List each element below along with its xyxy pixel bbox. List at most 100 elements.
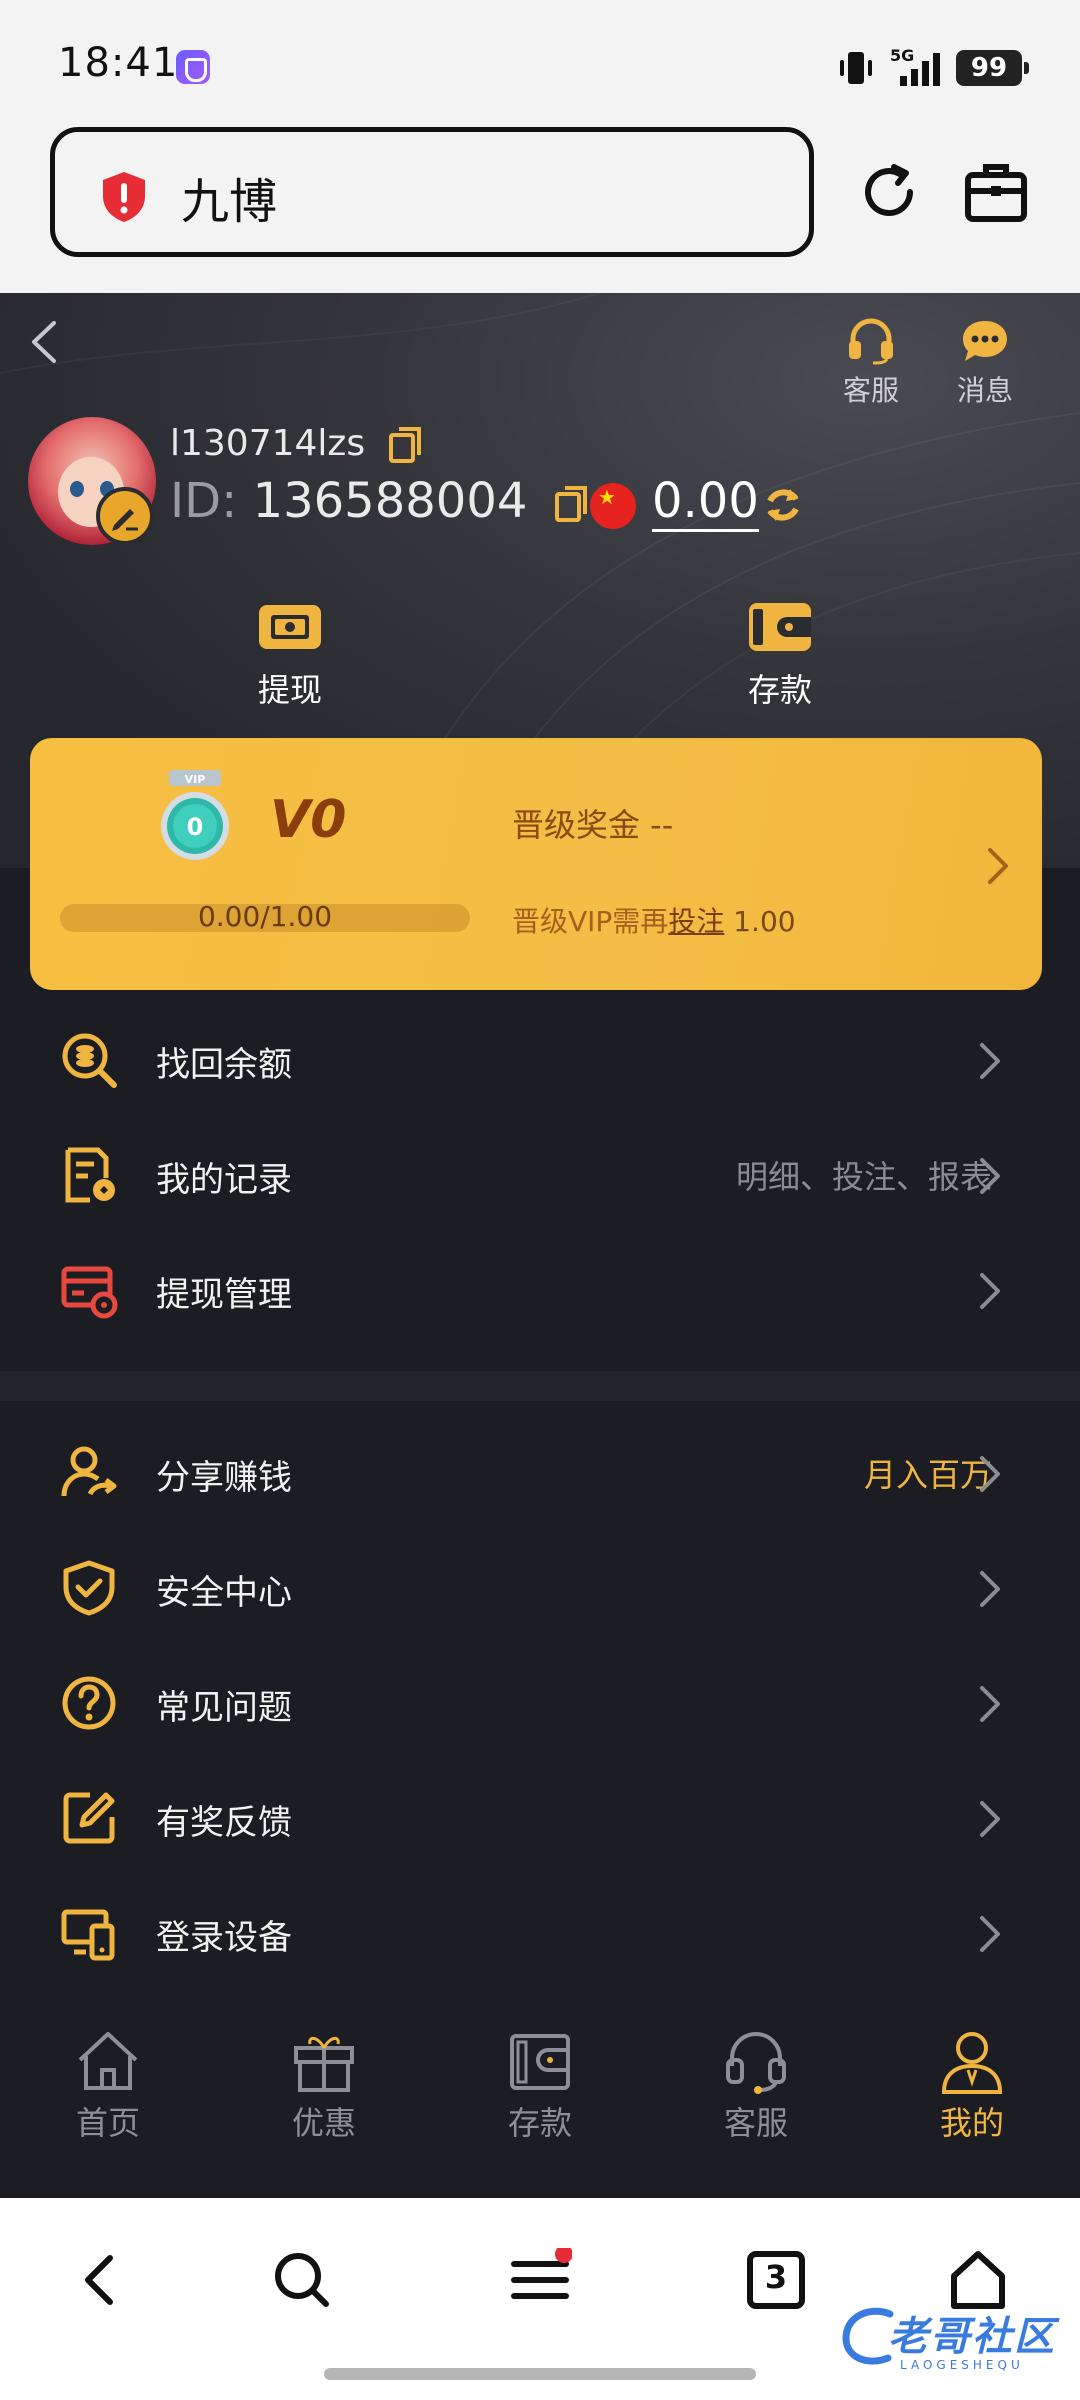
- chevron-right-icon: [980, 1801, 1000, 1837]
- refresh-balance-icon[interactable]: [762, 483, 804, 527]
- account-page: 客服 消息 l130714lzs ID: 136588004 ★ 0.00 提现…: [0, 293, 1080, 2198]
- wallet-icon: [510, 2034, 570, 2090]
- withdraw-button[interactable]: 提现: [210, 599, 370, 711]
- tab-label: 首页: [75, 2104, 140, 2142]
- headset-icon: [726, 2032, 786, 2094]
- chevron-right-icon: [980, 1916, 1000, 1952]
- upgrade-bonus: 晋级奖金 --: [512, 806, 674, 844]
- browser-bar: 九博: [0, 125, 1080, 293]
- watermark-subtext: LAOGESHEQU: [900, 2358, 1024, 2372]
- search-icon[interactable]: [270, 2248, 334, 2312]
- tab-count: 3: [764, 2258, 788, 2296]
- watermark: 老哥社区 LAOGESHEQU: [840, 2302, 1070, 2382]
- messages-button[interactable]: 消息: [940, 317, 1030, 409]
- menu-label: 分享赚钱: [156, 1458, 292, 1498]
- username: l130714lzs: [170, 423, 366, 464]
- vpn-app-icon: [176, 50, 210, 84]
- menu-item-login-devices[interactable]: 登录设备: [0, 1876, 1080, 1991]
- share-earn-icon: [61, 1446, 117, 1497]
- china-flag-icon: [590, 483, 636, 529]
- feedback-edit-icon: [63, 1792, 115, 1844]
- section-divider: [0, 1371, 1080, 1401]
- shield-check-icon: [63, 1560, 115, 1616]
- tab-label: 存款: [507, 2104, 572, 2142]
- address-text: 九博: [181, 174, 278, 230]
- customer-service-label: 客服: [842, 374, 899, 407]
- menu-item-faq[interactable]: 常见问题: [0, 1646, 1080, 1761]
- battery-icon: 99: [956, 50, 1029, 86]
- reload-icon[interactable]: [856, 159, 922, 225]
- copy-username-icon[interactable]: [387, 425, 423, 465]
- menu-icon[interactable]: [508, 2248, 572, 2312]
- svg-text:0: 0: [187, 813, 204, 841]
- briefcase-icon[interactable]: [964, 161, 1028, 223]
- gift-icon: [294, 2037, 354, 2092]
- tab-deposit[interactable]: 存款: [460, 2026, 620, 2144]
- menu-group-account: 找回余额 我的记录 明细、投注、报表 提现管理: [0, 1003, 1080, 1348]
- tabs-button[interactable]: 3: [744, 2248, 808, 2312]
- address-bar[interactable]: 九博: [50, 127, 814, 257]
- menu-label: 找回余额: [156, 1045, 292, 1085]
- user-id-value: 136588004: [252, 473, 528, 529]
- security-warning-icon: [103, 172, 145, 222]
- menu-label: 安全中心: [156, 1573, 292, 1613]
- tab-home[interactable]: 首页: [28, 2026, 188, 2144]
- withdraw-label: 提现: [257, 671, 322, 709]
- tab-label: 客服: [723, 2104, 788, 2142]
- headset-icon: [849, 318, 893, 365]
- back-icon[interactable]: [70, 2248, 134, 2312]
- deposit-button[interactable]: 存款: [700, 599, 860, 711]
- vip-hint-amount: 1.00: [724, 905, 796, 938]
- tab-customer-service[interactable]: 客服: [676, 2026, 836, 2144]
- chevron-right-icon: [980, 1571, 1000, 1607]
- menu-item-feedback[interactable]: 有奖反馈: [0, 1761, 1080, 1876]
- username-row: l130714lzs: [170, 423, 423, 465]
- menu-label: 有奖反馈: [156, 1803, 292, 1843]
- vip-progress-text: 0.00/1.00: [197, 900, 333, 933]
- menu-item-security-center[interactable]: 安全中心: [0, 1531, 1080, 1646]
- tab-label: 我的: [939, 2104, 1004, 2142]
- chat-bubble-icon: [963, 321, 1007, 361]
- copy-id-icon[interactable]: [553, 484, 589, 524]
- vip-hint-prefix: 晋级VIP需再: [512, 905, 669, 938]
- recover-balance-icon: [62, 1033, 117, 1088]
- deposit-label: 存款: [747, 671, 812, 709]
- chevron-right-icon: [980, 1456, 1000, 1492]
- menu-group-more: 分享赚钱 月入百万 安全中心 常见问题 有奖反馈 登录设备: [0, 1416, 1080, 1991]
- menu-item-my-records[interactable]: 我的记录 明细、投注、报表: [0, 1118, 1080, 1233]
- chevron-right-icon: [980, 1273, 1000, 1309]
- menu-item-recover-balance[interactable]: 找回余额: [0, 1003, 1080, 1118]
- bottom-tab-bar: 首页 优惠 存款 客服 我的: [0, 2026, 1080, 2198]
- home-icon: [78, 2032, 138, 2090]
- tab-mine[interactable]: 我的: [892, 2026, 1052, 2144]
- vibrate-icon: [840, 52, 872, 84]
- tab-label: 优惠: [291, 2104, 356, 2142]
- chevron-right-icon: [980, 1043, 1000, 1079]
- bet-link[interactable]: 投注: [668, 905, 724, 938]
- vip-card[interactable]: VIP 0 V0 晋级奖金 -- 0.00/1.00 晋级VIP需再投注 1.0…: [30, 738, 1042, 990]
- tab-promotions[interactable]: 优惠: [244, 2026, 404, 2144]
- home-indicator: [324, 2368, 756, 2380]
- deposit-wallet-icon: [749, 603, 811, 651]
- user-icon: [941, 2032, 1003, 2094]
- vip-medal-icon: VIP 0: [161, 770, 229, 860]
- menu-item-share-earn[interactable]: 分享赚钱 月入百万: [0, 1416, 1080, 1531]
- vip-level: V0: [270, 790, 347, 850]
- back-arrow-icon[interactable]: [26, 319, 62, 365]
- user-id-row: ID: 136588004: [170, 473, 589, 529]
- menu-label: 常见问题: [156, 1688, 292, 1728]
- balance-amount[interactable]: 0.00: [652, 473, 759, 532]
- status-time: 18:41: [58, 40, 179, 86]
- customer-service-button[interactable]: 客服: [826, 317, 916, 409]
- menu-item-withdraw-management[interactable]: 提现管理: [0, 1233, 1080, 1348]
- svg-text:VIP: VIP: [185, 773, 206, 786]
- chevron-right-icon: [980, 1158, 1000, 1194]
- question-icon: [62, 1676, 116, 1730]
- chevron-right-icon: [980, 1686, 1000, 1722]
- chevron-right-icon: [988, 848, 1008, 884]
- user-id-label: ID:: [170, 473, 238, 529]
- withdraw-icon: [259, 605, 321, 649]
- vip-upgrade-hint: 晋级VIP需再投注 1.00: [512, 900, 796, 940]
- edit-avatar-icon[interactable]: [96, 487, 154, 545]
- menu-label: 我的记录: [156, 1160, 292, 1200]
